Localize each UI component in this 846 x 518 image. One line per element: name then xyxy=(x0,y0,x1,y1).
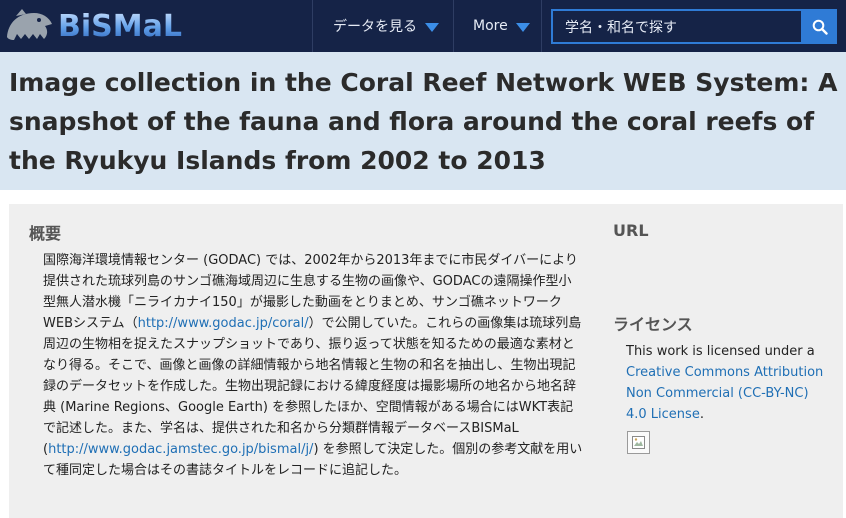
broken-image-icon xyxy=(632,436,645,449)
search-placeholder: 学名・和名で探す xyxy=(565,19,677,36)
coral-network-link[interactable]: http://www.godac.jp/coral/ xyxy=(138,316,309,331)
search-input[interactable]: 学名・和名で探す xyxy=(551,9,803,44)
search-button[interactable] xyxy=(803,9,837,44)
abstract-heading: 概要 xyxy=(29,224,62,243)
menu-view-data-label: データを見る xyxy=(333,19,417,35)
search-icon xyxy=(812,19,828,35)
chevron-down-icon xyxy=(425,22,439,32)
nav-divider xyxy=(312,0,313,52)
license-badge-icon[interactable] xyxy=(627,431,650,454)
logo-text: BiSMaL xyxy=(58,8,182,44)
page-title: Image collection in the Coral Reef Netwo… xyxy=(9,68,838,175)
license-heading: ライセンス xyxy=(613,315,693,334)
menu-more[interactable]: More xyxy=(473,0,530,52)
abstract-text: 国際海洋環境情報センター (GODAC) では、2002年から2013年までに市… xyxy=(43,250,583,481)
license-text: This work is licensed under a Creative C… xyxy=(626,341,831,425)
bismal-logo[interactable]: BiSMaL xyxy=(4,6,184,46)
abstract-text-part: ）で公開していた。これらの画像集は琉球列島周辺の生物相を捉えたスナップショットで… xyxy=(43,316,582,457)
top-navbar: BiSMaL データを見る More 学名・和名で探す xyxy=(0,0,846,52)
menu-more-label: More xyxy=(473,18,508,34)
shark-logo-icon xyxy=(7,9,52,40)
nav-divider xyxy=(541,0,542,52)
nav-divider xyxy=(453,0,454,52)
license-intro: This work is licensed under a xyxy=(626,344,815,359)
bismal-link[interactable]: http://www.godac.jamstec.go.jp/bismal/j/ xyxy=(48,442,313,457)
chevron-down-icon xyxy=(515,22,530,32)
url-heading: URL xyxy=(613,221,649,240)
license-link[interactable]: Creative Commons Attribution Non Commerc… xyxy=(626,365,823,422)
menu-view-data[interactable]: データを見る xyxy=(333,0,439,52)
license-suffix: . xyxy=(699,407,704,422)
